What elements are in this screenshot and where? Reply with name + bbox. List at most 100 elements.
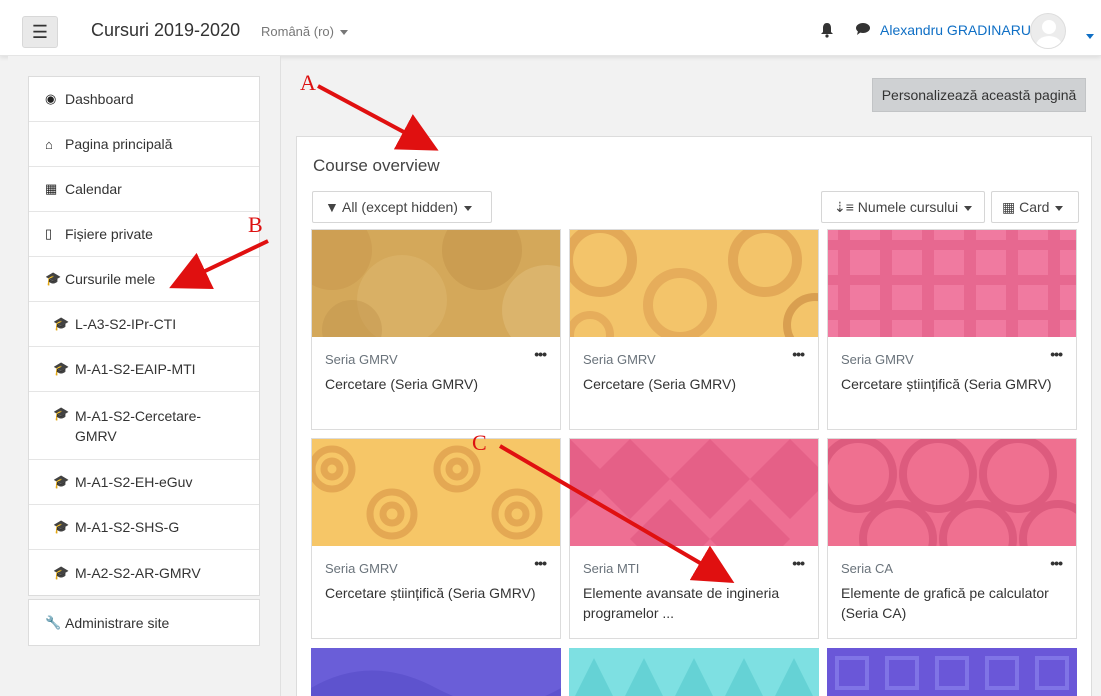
course-image[interactable] [828, 439, 1076, 546]
language-selector[interactable]: Română (ro) [261, 24, 348, 39]
course-image[interactable] [569, 648, 819, 696]
sidebar-item-label: Fișiere private [65, 226, 153, 242]
course-image[interactable] [827, 648, 1077, 696]
calendar-icon: ▦ [45, 181, 58, 196]
course-actions-button[interactable]: ••• [534, 346, 547, 362]
home-icon: ⌂ [45, 136, 53, 152]
sidebar-admin-block: 🔧 Administrare site [28, 599, 260, 646]
course-pattern-diamonds [570, 439, 818, 546]
sidebar-item-label: Administrare site [65, 614, 170, 631]
view-dropdown[interactable]: ▦ Card [991, 191, 1079, 223]
course-name-link[interactable]: Cercetare științifică (Seria GMRV) [841, 374, 1061, 394]
course-category: Seria GMRV [583, 352, 656, 367]
sidebar-item-course[interactable]: 🎓 M-A1-S2-EH-eGuv [29, 460, 259, 505]
annotation-label-c: C [472, 430, 487, 455]
sort-icon: ⇣≡ [834, 199, 854, 215]
file-icon: ▯ [45, 226, 53, 241]
course-actions-button[interactable]: ••• [1050, 555, 1063, 571]
chevron-down-icon [339, 30, 348, 36]
course-card[interactable]: Seria GMRV ••• Cercetare (Seria GMRV) [311, 229, 561, 430]
course-actions-button[interactable]: ••• [534, 555, 547, 571]
graduation-cap-icon: 🎓 [45, 271, 62, 286]
course-pattern-plaid [828, 230, 1076, 337]
course-category: Seria GMRV [325, 352, 398, 367]
sort-dropdown[interactable]: ⇣≡ Numele cursului [821, 191, 985, 223]
filter-label: All (except hidden) [341, 199, 458, 215]
course-actions-button[interactable]: ••• [792, 346, 805, 362]
course-pattern-waves [311, 648, 561, 696]
wrench-icon: 🔧 [45, 614, 62, 630]
user-menu-chevron-icon[interactable] [1080, 27, 1094, 43]
course-image[interactable] [312, 439, 560, 546]
sort-label: Numele cursului [857, 199, 959, 215]
graduation-cap-icon: 🎓 [53, 474, 70, 489]
sidebar-item-dashboard[interactable]: ◉ Dashboard [29, 77, 259, 122]
sidebar-item-course[interactable]: 🎓 M-A1-S2-SHS-G [29, 505, 259, 550]
sidebar-item-label: M-A2-S2-AR-GMRV [75, 564, 201, 581]
view-label: Card [1019, 199, 1050, 215]
sidebar-item-label: Cursurile mele [65, 271, 156, 287]
course-image[interactable] [570, 439, 818, 546]
course-pattern-triangles [569, 648, 819, 696]
course-name-link[interactable]: Elemente de grafică pe calculator (Seria… [841, 583, 1061, 623]
course-pattern-concentric [312, 439, 560, 546]
filter-icon: ▼ [325, 199, 339, 215]
chevron-down-icon [964, 205, 973, 211]
sidebar-item-course[interactable]: 🎓 M-A1-S2-EAIP-MTI [29, 347, 259, 392]
user-name-link[interactable]: Alexandru GRADINARU [880, 22, 1031, 38]
course-image[interactable] [828, 230, 1076, 337]
sidebar-item-label: Calendar [65, 181, 122, 197]
sidebar-item-course[interactable]: 🎓 L-A3-S2-IPr-CTI [29, 302, 259, 347]
course-actions-button[interactable]: ••• [1050, 346, 1063, 362]
course-card[interactable]: Seria MTI ••• Elemente avansate de ingin… [569, 438, 819, 639]
sidebar-item-label: Dashboard [65, 91, 134, 107]
course-category: Seria MTI [583, 561, 640, 576]
sidebar-item-calendar[interactable]: ▦ Calendar [29, 167, 259, 212]
sidebar-item-course[interactable]: 🎓 M-A1-S2-Cercetare-GMRV [29, 392, 259, 460]
sidebar-divider [280, 56, 281, 696]
sidebar-item-label: M-A1-S2-SHS-G [75, 519, 180, 535]
sidebar-item-label: L-A3-S2-IPr-CTI [75, 316, 177, 332]
sidebar-item-home[interactable]: ⌂ Pagina principală [29, 122, 259, 167]
sidebar-item-site-admin[interactable]: 🔧 Administrare site [29, 600, 259, 645]
course-category: Seria GMRV [325, 561, 398, 576]
course-pattern-rings [570, 230, 818, 337]
sidebar-item-label: M-A1-S2-EAIP-MTI [75, 361, 196, 377]
course-card[interactable]: Seria GMRV ••• Cercetare (Seria GMRV) [569, 229, 819, 430]
graduation-cap-icon: 🎓 [53, 316, 70, 331]
course-name-link[interactable]: Elemente avansate de ingineria programel… [583, 583, 803, 623]
sidebar-item-my-courses[interactable]: 🎓 Cursurile mele [29, 257, 259, 302]
sidebar-nav: ◉ Dashboard ⌂ Pagina principală ▦ Calend… [28, 76, 260, 596]
graduation-cap-icon: 🎓 [53, 361, 70, 376]
chevron-down-icon [1055, 205, 1064, 211]
course-pattern-rings [828, 439, 1076, 546]
course-name-link[interactable]: Cercetare (Seria GMRV) [325, 374, 545, 394]
top-navbar: ☰ Cursuri 2019-2020 Română (ro) Alexandr… [0, 0, 1101, 56]
grid-icon: ▦ [1002, 199, 1016, 215]
sidebar-item-course[interactable]: 🎓 M-A2-S2-AR-GMRV [29, 550, 259, 595]
annotation-label-a: A [300, 70, 316, 95]
course-name-link[interactable]: Cercetare (Seria GMRV) [583, 374, 803, 394]
notification-bell-icon[interactable] [820, 22, 834, 41]
site-name-link[interactable]: Cursuri 2019-2020 [91, 20, 240, 41]
sidebar-item-private-files[interactable]: ▯ Fișiere private [29, 212, 259, 257]
hamburger-icon: ☰ [31, 22, 49, 42]
course-image[interactable] [311, 648, 561, 696]
course-image[interactable] [312, 230, 560, 337]
sidebar-item-label: M-A1-S2-Cercetare-GMRV [75, 408, 202, 444]
filter-dropdown[interactable]: ▼ All (except hidden) [312, 191, 492, 223]
sidebar-item-label: M-A1-S2-EH-eGuv [75, 474, 193, 490]
course-actions-button[interactable]: ••• [792, 555, 805, 571]
course-card[interactable]: Seria GMRV ••• Cercetare științifică (Se… [827, 229, 1077, 430]
avatar[interactable] [1030, 13, 1066, 49]
sidebar-item-label: Pagina principală [65, 136, 173, 152]
course-card[interactable]: Seria CA ••• Elemente de grafică pe calc… [827, 438, 1077, 639]
messages-icon[interactable] [855, 22, 871, 39]
course-card[interactable]: Seria GMRV ••• Cercetare științifică (Se… [311, 438, 561, 639]
course-category: Seria GMRV [841, 352, 914, 367]
course-image[interactable] [570, 230, 818, 337]
course-category: Seria CA [841, 561, 894, 576]
hamburger-menu-button[interactable]: ☰ [22, 16, 58, 48]
customize-page-button[interactable]: Personalizează această pagină [872, 78, 1086, 112]
course-name-link[interactable]: Cercetare științifică (Seria GMRV) [325, 583, 545, 603]
